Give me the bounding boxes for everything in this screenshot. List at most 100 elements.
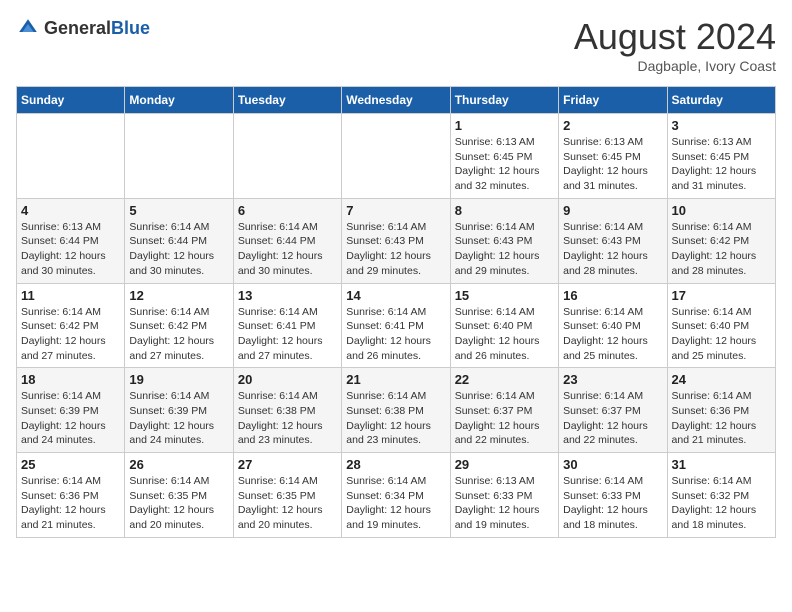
calendar-cell: 18 Sunrise: 6:14 AM Sunset: 6:39 PM Dayli… xyxy=(17,368,125,453)
day-number: 12 xyxy=(129,288,228,303)
day-detail: Sunrise: 6:13 AM Sunset: 6:33 PM Dayligh… xyxy=(455,474,554,533)
day-detail: Sunrise: 6:14 AM Sunset: 6:38 PM Dayligh… xyxy=(346,389,445,448)
calendar-cell: 11 Sunrise: 6:14 AM Sunset: 6:42 PM Dayli… xyxy=(17,283,125,368)
day-detail: Sunrise: 6:14 AM Sunset: 6:43 PM Dayligh… xyxy=(346,220,445,279)
calendar-cell: 7 Sunrise: 6:14 AM Sunset: 6:43 PM Daylig… xyxy=(342,198,450,283)
day-number: 30 xyxy=(563,457,662,472)
calendar-cell: 4Sunrise: 6:13 AM Sunset: 6:44 PM Daylig… xyxy=(17,198,125,283)
day-number: 15 xyxy=(455,288,554,303)
calendar-cell: 17 Sunrise: 6:14 AM Sunset: 6:40 PM Dayli… xyxy=(667,283,775,368)
day-number: 21 xyxy=(346,372,445,387)
day-number: 13 xyxy=(238,288,337,303)
week-row-1: 1Sunrise: 6:13 AM Sunset: 6:45 PM Daylig… xyxy=(17,114,776,199)
calendar-cell: 10 Sunrise: 6:14 AM Sunset: 6:42 PM Dayli… xyxy=(667,198,775,283)
day-number: 7 xyxy=(346,203,445,218)
calendar-cell: 5 Sunrise: 6:14 AM Sunset: 6:44 PM Daylig… xyxy=(125,198,233,283)
day-detail: Sunrise: 6:14 AM Sunset: 6:43 PM Dayligh… xyxy=(455,220,554,279)
location: Dagbaple, Ivory Coast xyxy=(574,58,776,74)
calendar-cell xyxy=(125,114,233,199)
calendar-cell: 8 Sunrise: 6:14 AM Sunset: 6:43 PM Daylig… xyxy=(450,198,558,283)
calendar-cell: 3Sunrise: 6:13 AM Sunset: 6:45 PM Daylig… xyxy=(667,114,775,199)
day-number: 10 xyxy=(672,203,771,218)
day-detail: Sunrise: 6:14 AM Sunset: 6:42 PM Dayligh… xyxy=(21,305,120,364)
day-number: 25 xyxy=(21,457,120,472)
day-header-sunday: Sunday xyxy=(17,87,125,114)
day-number: 9 xyxy=(563,203,662,218)
day-number: 28 xyxy=(346,457,445,472)
day-number: 22 xyxy=(455,372,554,387)
calendar-cell: 31 Sunrise: 6:14 AM Sunset: 6:32 PM Dayli… xyxy=(667,453,775,538)
calendar-cell: 14 Sunrise: 6:14 AM Sunset: 6:41 PM Dayli… xyxy=(342,283,450,368)
day-detail: Sunrise: 6:14 AM Sunset: 6:41 PM Dayligh… xyxy=(346,305,445,364)
calendar-cell: 28 Sunrise: 6:14 AM Sunset: 6:34 PM Dayli… xyxy=(342,453,450,538)
day-detail: Sunrise: 6:14 AM Sunset: 6:41 PM Dayligh… xyxy=(238,305,337,364)
day-header-thursday: Thursday xyxy=(450,87,558,114)
logo: GeneralBlue xyxy=(16,16,150,40)
day-detail: Sunrise: 6:14 AM Sunset: 6:33 PM Dayligh… xyxy=(563,474,662,533)
calendar-cell: 29Sunrise: 6:13 AM Sunset: 6:33 PM Dayli… xyxy=(450,453,558,538)
day-detail: Sunrise: 6:13 AM Sunset: 6:45 PM Dayligh… xyxy=(455,135,554,194)
calendar-cell: 21 Sunrise: 6:14 AM Sunset: 6:38 PM Dayli… xyxy=(342,368,450,453)
calendar-cell: 9Sunrise: 6:14 AM Sunset: 6:43 PM Daylig… xyxy=(559,198,667,283)
calendar-cell: 25Sunrise: 6:14 AM Sunset: 6:36 PM Dayli… xyxy=(17,453,125,538)
logo-text: GeneralBlue xyxy=(44,18,150,39)
day-number: 31 xyxy=(672,457,771,472)
calendar-cell: 15 Sunrise: 6:14 AM Sunset: 6:40 PM Dayli… xyxy=(450,283,558,368)
logo-general: General xyxy=(44,18,111,38)
day-number: 16 xyxy=(563,288,662,303)
week-row-3: 11 Sunrise: 6:14 AM Sunset: 6:42 PM Dayli… xyxy=(17,283,776,368)
calendar-table: SundayMondayTuesdayWednesdayThursdayFrid… xyxy=(16,86,776,538)
day-number: 14 xyxy=(346,288,445,303)
day-number: 19 xyxy=(129,372,228,387)
week-row-5: 25Sunrise: 6:14 AM Sunset: 6:36 PM Dayli… xyxy=(17,453,776,538)
day-number: 5 xyxy=(129,203,228,218)
day-detail: Sunrise: 6:14 AM Sunset: 6:37 PM Dayligh… xyxy=(455,389,554,448)
page-header: GeneralBlue August 2024 Dagbaple, Ivory … xyxy=(16,16,776,74)
day-number: 17 xyxy=(672,288,771,303)
day-detail: Sunrise: 6:14 AM Sunset: 6:39 PM Dayligh… xyxy=(21,389,120,448)
calendar-cell: 30 Sunrise: 6:14 AM Sunset: 6:33 PM Dayli… xyxy=(559,453,667,538)
day-number: 18 xyxy=(21,372,120,387)
day-number: 4 xyxy=(21,203,120,218)
day-header-saturday: Saturday xyxy=(667,87,775,114)
day-detail: Sunrise: 6:14 AM Sunset: 6:42 PM Dayligh… xyxy=(129,305,228,364)
day-detail: Sunrise: 6:14 AM Sunset: 6:40 PM Dayligh… xyxy=(672,305,771,364)
calendar-cell: 2Sunrise: 6:13 AM Sunset: 6:45 PM Daylig… xyxy=(559,114,667,199)
day-detail: Sunrise: 6:14 AM Sunset: 6:35 PM Dayligh… xyxy=(238,474,337,533)
day-detail: Sunrise: 6:14 AM Sunset: 6:39 PM Dayligh… xyxy=(129,389,228,448)
week-row-2: 4Sunrise: 6:13 AM Sunset: 6:44 PM Daylig… xyxy=(17,198,776,283)
day-detail: Sunrise: 6:14 AM Sunset: 6:40 PM Dayligh… xyxy=(455,305,554,364)
day-number: 8 xyxy=(455,203,554,218)
calendar-cell: 23 Sunrise: 6:14 AM Sunset: 6:37 PM Dayli… xyxy=(559,368,667,453)
day-number: 24 xyxy=(672,372,771,387)
calendar-cell xyxy=(17,114,125,199)
day-header-friday: Friday xyxy=(559,87,667,114)
month-year: August 2024 xyxy=(574,16,776,58)
header-row: SundayMondayTuesdayWednesdayThursdayFrid… xyxy=(17,87,776,114)
calendar-cell: 19 Sunrise: 6:14 AM Sunset: 6:39 PM Dayli… xyxy=(125,368,233,453)
day-detail: Sunrise: 6:14 AM Sunset: 6:44 PM Dayligh… xyxy=(129,220,228,279)
day-detail: Sunrise: 6:14 AM Sunset: 6:37 PM Dayligh… xyxy=(563,389,662,448)
day-number: 6 xyxy=(238,203,337,218)
day-detail: Sunrise: 6:14 AM Sunset: 6:34 PM Dayligh… xyxy=(346,474,445,533)
calendar-cell: 1Sunrise: 6:13 AM Sunset: 6:45 PM Daylig… xyxy=(450,114,558,199)
title-block: August 2024 Dagbaple, Ivory Coast xyxy=(574,16,776,74)
day-detail: Sunrise: 6:13 AM Sunset: 6:45 PM Dayligh… xyxy=(672,135,771,194)
day-number: 26 xyxy=(129,457,228,472)
day-number: 2 xyxy=(563,118,662,133)
day-number: 11 xyxy=(21,288,120,303)
day-number: 27 xyxy=(238,457,337,472)
calendar-cell: 26Sunrise: 6:14 AM Sunset: 6:35 PM Dayli… xyxy=(125,453,233,538)
calendar-cell: 22 Sunrise: 6:14 AM Sunset: 6:37 PM Dayli… xyxy=(450,368,558,453)
day-header-tuesday: Tuesday xyxy=(233,87,341,114)
calendar-cell: 20Sunrise: 6:14 AM Sunset: 6:38 PM Dayli… xyxy=(233,368,341,453)
calendar-cell xyxy=(342,114,450,199)
day-detail: Sunrise: 6:14 AM Sunset: 6:40 PM Dayligh… xyxy=(563,305,662,364)
day-detail: Sunrise: 6:14 AM Sunset: 6:32 PM Dayligh… xyxy=(672,474,771,533)
day-detail: Sunrise: 6:14 AM Sunset: 6:36 PM Dayligh… xyxy=(672,389,771,448)
calendar-cell: 27 Sunrise: 6:14 AM Sunset: 6:35 PM Dayli… xyxy=(233,453,341,538)
calendar-cell: 13 Sunrise: 6:14 AM Sunset: 6:41 PM Dayli… xyxy=(233,283,341,368)
day-detail: Sunrise: 6:14 AM Sunset: 6:42 PM Dayligh… xyxy=(672,220,771,279)
logo-icon xyxy=(16,16,40,40)
day-number: 23 xyxy=(563,372,662,387)
